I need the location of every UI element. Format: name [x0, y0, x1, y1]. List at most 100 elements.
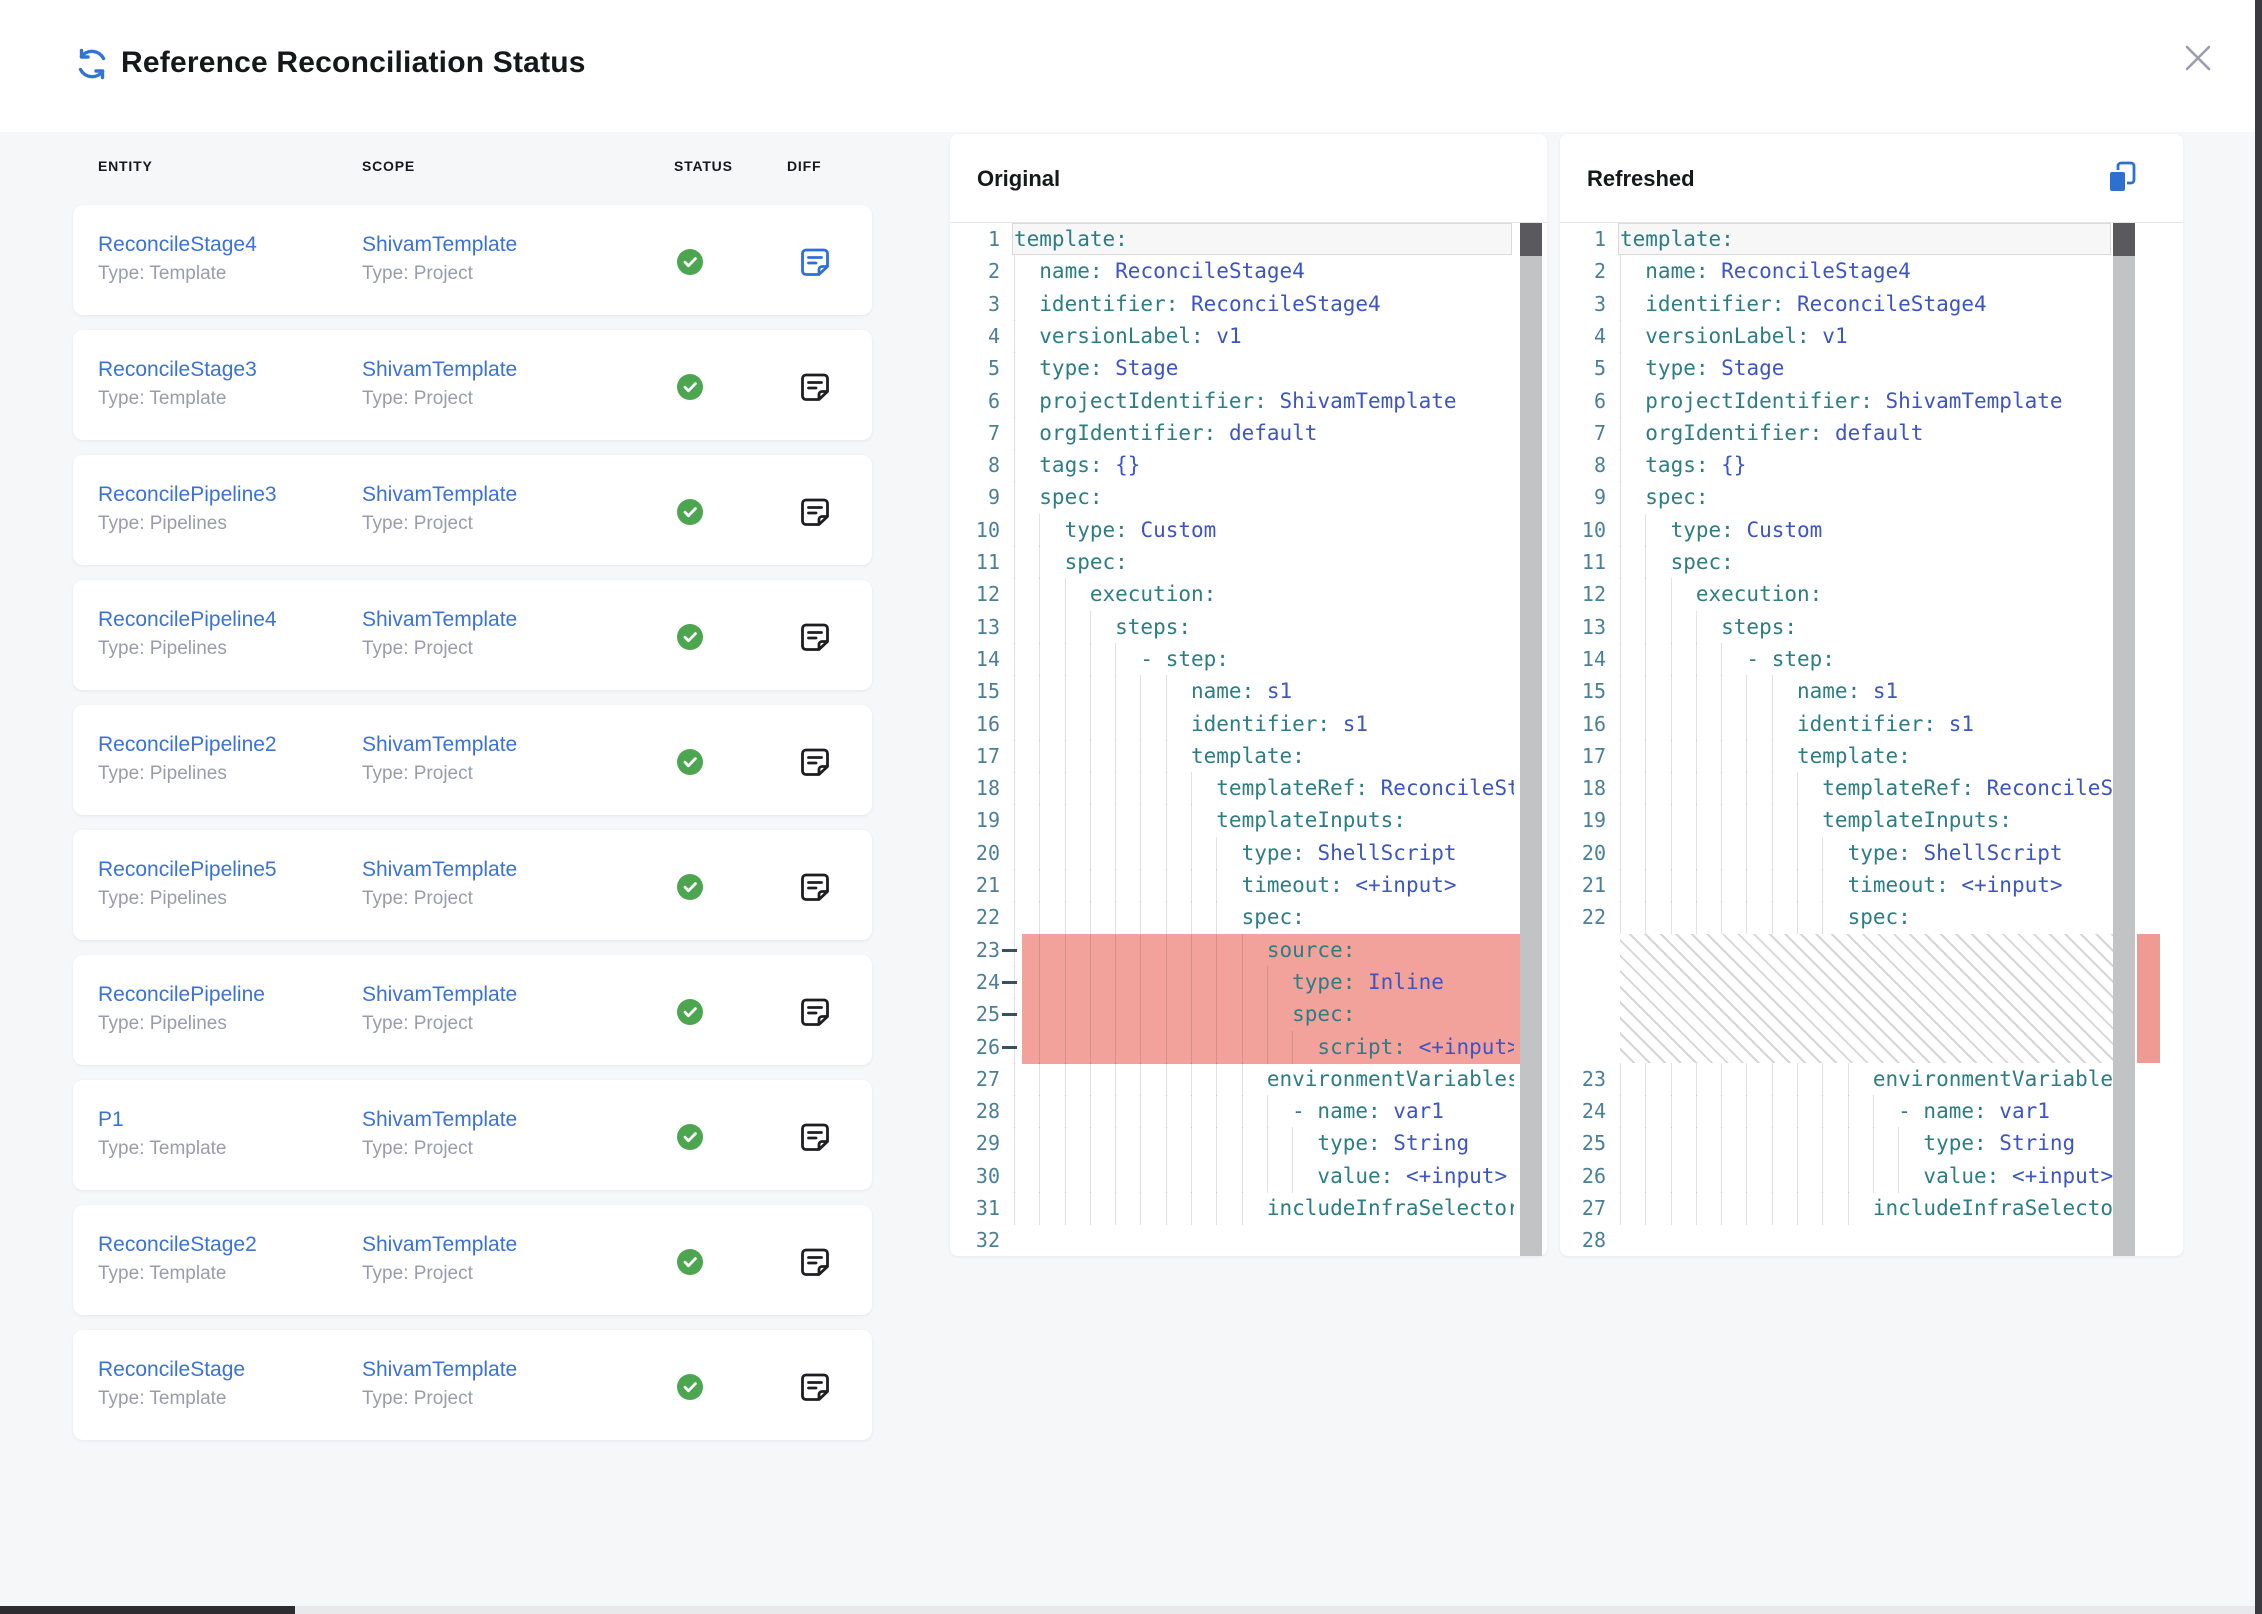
scope-link[interactable]: ShivamTemplate: [362, 607, 517, 633]
scope-link[interactable]: ShivamTemplate: [362, 982, 517, 1008]
code-line: 11 spec:: [1560, 546, 2183, 579]
entity-link[interactable]: ReconcileStage: [98, 1357, 245, 1383]
code-line: 2 name: ReconcileStage4: [950, 255, 1547, 288]
table-row: ReconcileStage Type: Template ShivamTempla…: [73, 1330, 872, 1440]
entity-type-label: Type: Pipelines: [98, 762, 227, 786]
code-line: 3 identifier: ReconcileStage4: [1560, 288, 2183, 321]
diff-button[interactable]: [798, 495, 832, 529]
code-line: 27 environmentVariables:: [950, 1063, 1547, 1096]
entity-type-label: Type: Template: [98, 1387, 227, 1411]
code-line: 9 spec:: [1560, 481, 2183, 514]
code-line: 7 orgIdentifier: default: [950, 417, 1547, 450]
scope-link[interactable]: ShivamTemplate: [362, 732, 517, 758]
code-line: 28: [1560, 1224, 2183, 1256]
entity-link[interactable]: ReconcileStage2: [98, 1232, 257, 1258]
scope-link[interactable]: ShivamTemplate: [362, 357, 517, 383]
code-line: 22 spec:: [1560, 901, 2183, 934]
vertical-scrollbar[interactable]: [2255, 0, 2262, 1614]
code-line: 13 steps:: [1560, 611, 2183, 644]
original-panel: Original 1template:2 name: ReconcileStag…: [950, 134, 1547, 1256]
code-line: 23 environmentVariables:: [1560, 1063, 2183, 1096]
code-line: 30 value: <+input>: [950, 1160, 1547, 1193]
column-header-status: STATUS: [674, 158, 733, 174]
table-row: ReconcilePipeline3 Type: Pipelines ShivamT…: [73, 455, 872, 565]
entity-type-label: Type: Template: [98, 1137, 227, 1161]
code-line: 32: [950, 1224, 1547, 1256]
status-success-icon: [677, 624, 703, 650]
code-line: 31 includeInfraSelectors:: [950, 1192, 1547, 1225]
status-success-icon: [677, 874, 703, 900]
diff-button[interactable]: [798, 745, 832, 779]
editor-scrollbar[interactable]: [1520, 223, 1542, 1256]
entity-link[interactable]: ReconcilePipeline4: [98, 607, 277, 633]
status-success-icon: [677, 249, 703, 275]
code-line: 5 type: Stage: [950, 352, 1547, 385]
horizontal-scrollbar-thumb[interactable]: [0, 1606, 295, 1614]
scope-link[interactable]: ShivamTemplate: [362, 857, 517, 883]
table-row: ReconcileStage2Type: TemplateShivamTempl…: [73, 1205, 872, 1315]
code-line: 19 templateInputs:: [1560, 804, 2183, 837]
code-line: 8 tags: {}: [950, 449, 1547, 482]
code-line: 13 steps:: [950, 611, 1547, 644]
scope-link[interactable]: ShivamTemplate: [362, 1107, 517, 1133]
code-line: 25 spec:: [950, 998, 1547, 1031]
code-line: 28 - name: var1: [950, 1095, 1547, 1128]
table-row: ReconcilePipeline2 Type: Pipelines ShivamT…: [73, 705, 872, 815]
entity-link[interactable]: ReconcilePipeline5: [98, 857, 277, 883]
code-line: 16 identifier: s1: [1560, 708, 2183, 741]
diff-button[interactable]: [798, 245, 832, 279]
scope-type-label: Type: Project: [362, 887, 473, 911]
code-line: 8 tags: {}: [1560, 449, 2183, 482]
diff-overview-marker: [2137, 934, 2160, 1063]
code-line: 14 - step:: [1560, 643, 2183, 676]
diff-button[interactable]: [798, 620, 832, 654]
scope-link[interactable]: ShivamTemplate: [362, 482, 517, 508]
scope-link[interactable]: ShivamTemplate: [362, 1357, 517, 1383]
status-success-icon: [677, 1374, 703, 1400]
code-line: 7 orgIdentifier: default: [1560, 417, 2183, 450]
entity-link[interactable]: ReconcilePipeline2: [98, 732, 277, 758]
code-line: 17 template:: [950, 740, 1547, 773]
copy-icon[interactable]: [2106, 160, 2138, 196]
entity-link[interactable]: ReconcileStage3: [98, 357, 257, 383]
code-line: 19 templateInputs:: [950, 804, 1547, 837]
status-success-icon: [677, 374, 703, 400]
scope-link[interactable]: ShivamTemplate: [362, 232, 517, 258]
entity-link[interactable]: ReconcileStage4: [98, 232, 257, 258]
entity-table: ReconcileStage4 Type: Template ShivamTempl…: [73, 205, 872, 1455]
code-line: 26 script: <+input>: [950, 1031, 1547, 1064]
entity-type-label: Type: Pipelines: [98, 1012, 227, 1036]
entity-link[interactable]: P1: [98, 1107, 124, 1133]
close-icon[interactable]: [2178, 38, 2218, 78]
entity-type-label: Type: Template: [98, 387, 227, 411]
diff-button[interactable]: [798, 1120, 832, 1154]
code-line: 10 type: Custom: [1560, 514, 2183, 547]
table-row: ReconcilePipeline4Type: PipelinesShivamT…: [73, 580, 872, 690]
code-line: 11 spec:: [950, 546, 1547, 579]
column-header-scope: SCOPE: [362, 158, 415, 174]
table-row: ReconcileStage4Type: TemplateShivamTempl…: [73, 205, 872, 315]
code-line: 5 type: Stage: [1560, 352, 2183, 385]
diff-button[interactable]: [798, 1370, 832, 1404]
refresh-icon: [74, 46, 110, 82]
code-line: 18 templateRef: ReconcileSte: [1560, 772, 2183, 805]
horizontal-scrollbar[interactable]: [0, 1606, 2255, 1614]
table-row: ReconcilePipeline5Type: PipelinesShivamT…: [73, 830, 872, 940]
entity-link[interactable]: ReconcilePipeline: [98, 982, 265, 1008]
scope-type-label: Type: Project: [362, 1012, 473, 1036]
entity-link[interactable]: ReconcilePipeline3: [98, 482, 277, 508]
diff-button[interactable]: [798, 1245, 832, 1279]
entity-type-label: Type: Pipelines: [98, 512, 227, 536]
diff-button[interactable]: [798, 995, 832, 1029]
code-line: 20 type: ShellScript: [1560, 837, 2183, 870]
code-line: 22 spec:: [950, 901, 1547, 934]
column-header-entity: ENTITY: [98, 158, 153, 174]
original-code-editor[interactable]: 1template:2 name: ReconcileStage43 ident…: [950, 222, 1547, 1256]
editor-scrollbar[interactable]: [2113, 223, 2135, 1256]
code-line: 9 spec:: [950, 481, 1547, 514]
diff-button[interactable]: [798, 870, 832, 904]
refreshed-code-editor[interactable]: 1template:2 name: ReconcileStage43 ident…: [1560, 222, 2183, 1256]
code-line: 12 execution:: [1560, 578, 2183, 611]
diff-button[interactable]: [798, 370, 832, 404]
scope-link[interactable]: ShivamTemplate: [362, 1232, 517, 1258]
